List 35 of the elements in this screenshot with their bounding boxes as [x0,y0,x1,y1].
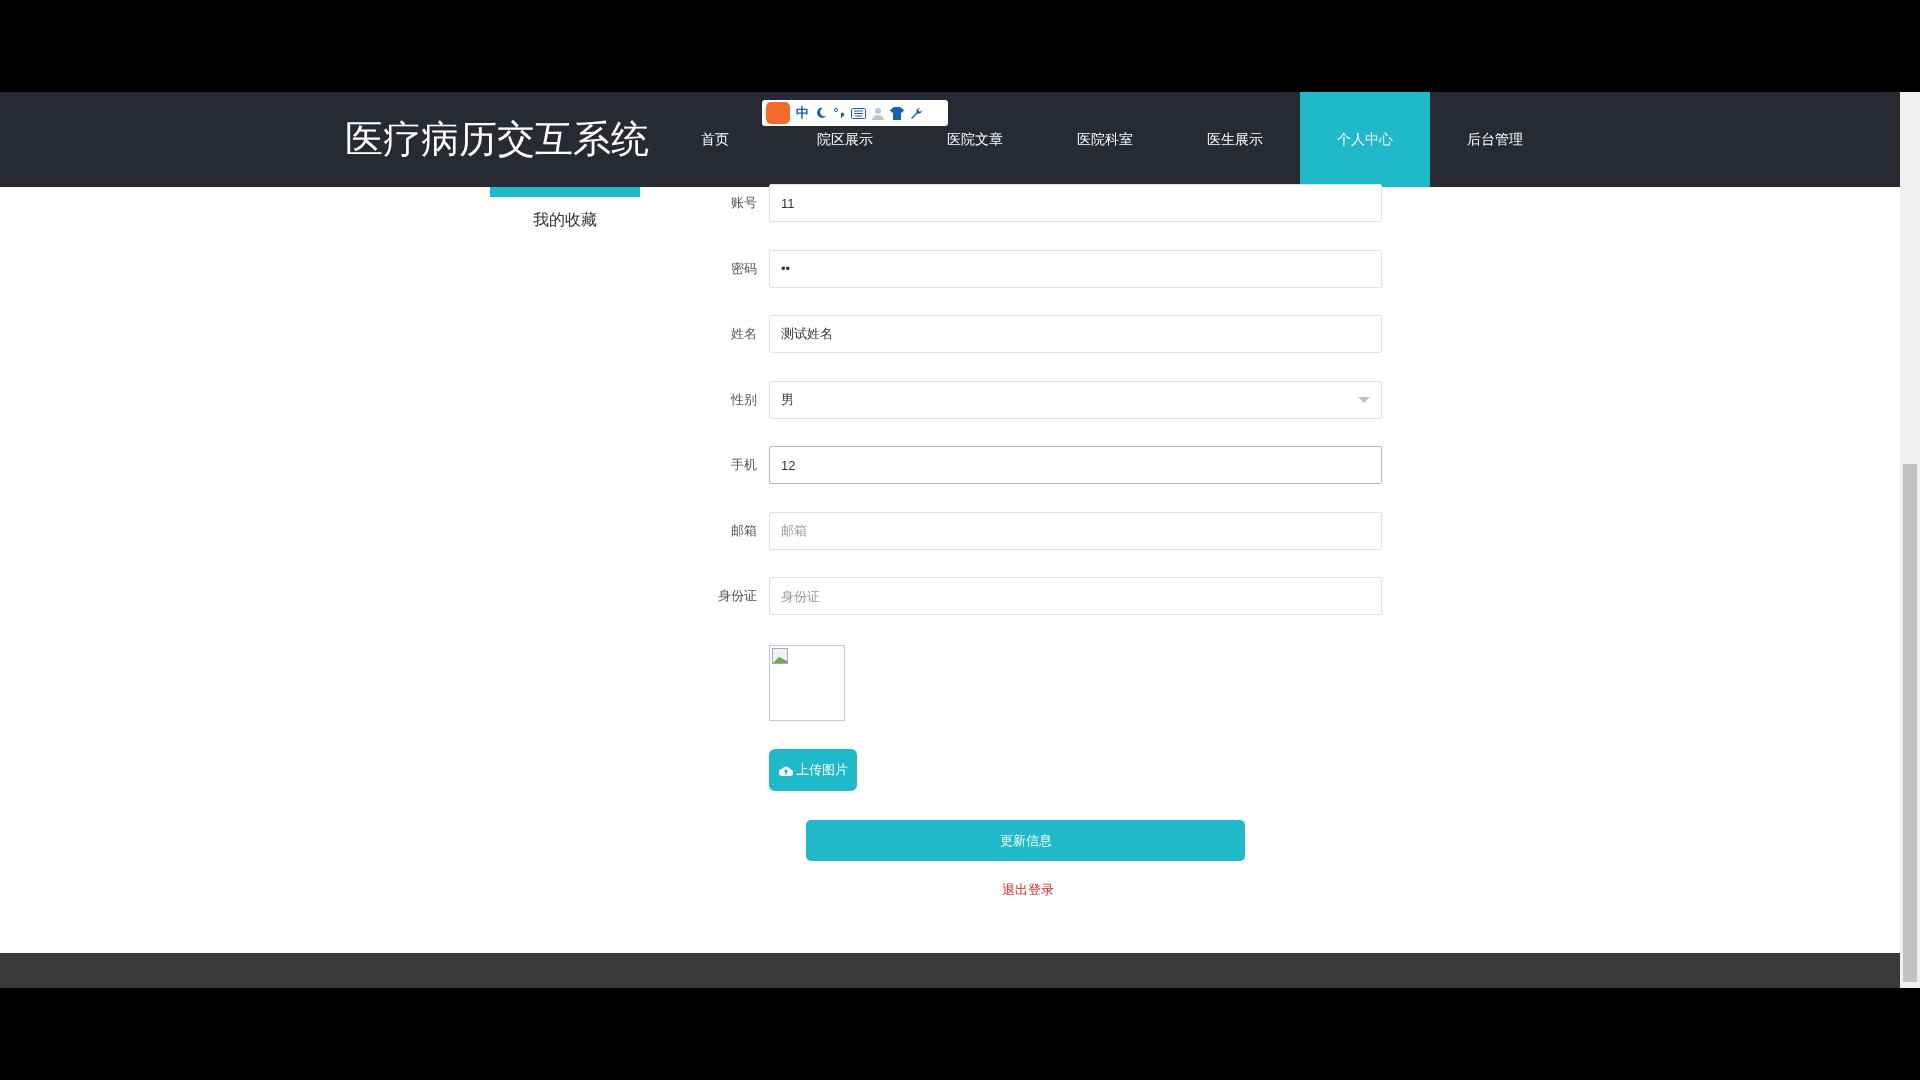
keyboard-icon[interactable] [851,107,866,119]
sidebar-link[interactable]: 我的收藏 [533,208,597,232]
nav-link[interactable]: 院区展示 [817,129,873,150]
ime-mode[interactable]: 中 [796,103,809,123]
ime-toolbar[interactable]: 中 [762,100,948,126]
nav-link[interactable]: 医院文章 [947,129,1003,150]
nav-link[interactable]: 后台管理 [1467,129,1523,150]
select-field[interactable]: 男 [769,380,1382,419]
broken-image-icon [772,648,788,664]
input-field[interactable]: 测试姓名 [769,315,1382,353]
cloud-upload-icon [778,764,793,776]
input-field[interactable]: 11 [769,184,1382,222]
nav-link[interactable]: 医院科室 [1077,129,1133,150]
punctuation-icon[interactable] [833,107,845,119]
ime-logo-icon [766,102,790,124]
site-title: 医疗病历交互系统 [345,117,650,162]
field-label: 邮箱 [730,521,757,540]
input-field[interactable]: 身份证 [769,577,1382,615]
field-label: 性别 [730,390,757,409]
input-field[interactable]: 邮箱 [769,511,1382,550]
nav-link[interactable]: 首页 [701,129,729,150]
caret-icon [1358,396,1370,403]
input-field[interactable]: •• [769,249,1382,288]
moon-icon[interactable] [815,107,827,119]
logout-link[interactable]: 退出登录 [1002,880,1054,900]
field-label: 密码 [730,259,757,278]
field-label: 身份证 [717,587,757,606]
shirt-icon[interactable] [890,106,904,120]
field-label: 姓名 [730,325,757,344]
wrench-icon[interactable] [910,106,923,120]
select-value: 男 [781,390,794,409]
nav-link[interactable]: 医生展示 [1207,129,1263,150]
field-label: 账号 [730,194,757,213]
input-field[interactable]: 12 [769,446,1382,484]
field-label: 手机 [730,456,757,475]
